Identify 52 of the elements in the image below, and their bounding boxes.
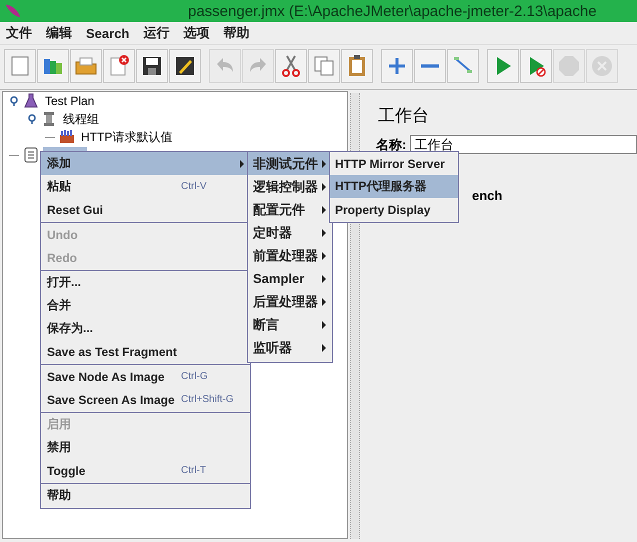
feather-icon — [4, 2, 22, 20]
minus-icon — [421, 64, 439, 68]
tree-item[interactable]: 线程组 — [61, 110, 101, 128]
scissors-icon — [279, 54, 303, 78]
menu-item[interactable]: 文件 — [6, 24, 32, 42]
menu-item[interactable]: Sampler — [248, 267, 332, 290]
menu-item[interactable]: 帮助 — [223, 24, 250, 42]
window-title: passenger.jmx (E:\ApacheJMeter\apache-jmeter-2.13\apache — [188, 2, 597, 20]
menu-item[interactable]: 监听器 — [248, 336, 332, 359]
stop-sign-icon — [557, 54, 581, 78]
menu-item[interactable]: 断言 — [248, 313, 332, 336]
menu-item[interactable]: 帮助 — [41, 484, 250, 507]
toolbar-button[interactable] — [341, 49, 373, 83]
menu-item[interactable]: Save Node As Image Ctrl-G — [41, 365, 250, 388]
menu-item[interactable]: 后置处理器 — [248, 290, 332, 313]
toolbar-button[interactable] — [169, 49, 201, 83]
menu-item[interactable]: Property Display — [330, 198, 458, 221]
menu-item[interactable]: 前置处理器 — [248, 244, 332, 267]
menu-item[interactable]: 合并 — [41, 294, 250, 317]
menu-item[interactable]: Reset Gui — [41, 198, 250, 221]
menu-item[interactable]: 运行 — [143, 24, 170, 42]
name-label: 名称: — [376, 136, 406, 154]
menu-item[interactable]: Toggle Ctrl-T — [41, 459, 250, 482]
partial-label: ench — [472, 188, 502, 203]
expanded-handle-icon[interactable] — [9, 96, 19, 106]
tree-item[interactable]: Test Plan — [43, 94, 96, 108]
menu-item[interactable]: 定时器 — [248, 221, 332, 244]
menu-item[interactable]: 编辑 — [46, 24, 72, 42]
clipboard-icon — [23, 147, 39, 163]
menu-item[interactable]: HTTP代理服务器 — [330, 175, 458, 198]
panel-title: 工作台 — [378, 105, 430, 127]
toolbar-button[interactable] — [136, 49, 168, 83]
menu-item[interactable]: Search — [86, 26, 130, 40]
pencil-icon — [173, 54, 197, 78]
menu-item[interactable]: 选项 — [183, 24, 210, 42]
menu-item[interactable]: Save Screen As Image Ctrl+Shift-G — [41, 388, 250, 411]
spool-icon — [41, 111, 57, 127]
menu-item[interactable]: 禁用 — [41, 436, 250, 459]
menu-item[interactable]: 打开... — [41, 271, 250, 294]
name-field[interactable]: 工作台 — [410, 135, 637, 154]
menu-item[interactable]: Save as Test Fragment — [41, 340, 250, 363]
menu-item[interactable]: 粘贴 Ctrl-V — [41, 175, 250, 198]
tree-item[interactable]: HTTP请求默认值 — [79, 128, 174, 146]
menu-item[interactable]: HTTP Mirror Server — [330, 152, 458, 175]
menu-item[interactable]: 添加 — [41, 152, 250, 175]
flask-icon — [23, 93, 39, 109]
menu-item[interactable]: 保存为... — [41, 317, 250, 340]
copy-icon — [312, 54, 336, 78]
tools-icon — [59, 129, 75, 145]
menu-item[interactable]: 非测试元件 — [248, 152, 332, 175]
cancel-circle-icon — [590, 54, 614, 78]
expanded-handle-icon[interactable] — [27, 114, 37, 124]
